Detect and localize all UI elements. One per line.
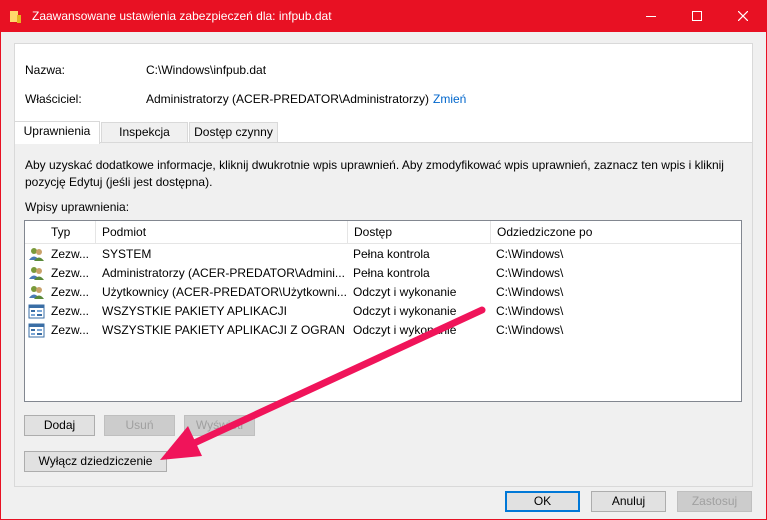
tab-permissions[interactable]: Uprawnienia <box>14 121 100 144</box>
column-header-access[interactable]: Dostęp <box>348 221 491 243</box>
permissions-tab-page: Aby uzyskać dodatkowe informacje, klikni… <box>14 142 753 487</box>
title-bar[interactable]: Zaawansowane ustawienia zabezpieczeń dla… <box>1 1 766 32</box>
disable-inheritance-button[interactable]: Wyłącz dziedziczenie <box>24 451 167 472</box>
owner-label: Właściciel: <box>25 92 82 106</box>
name-value: C:\Windows\infpub.dat <box>146 63 267 77</box>
row-type: Zezw... <box>51 323 90 337</box>
minimize-icon <box>646 16 656 17</box>
permissions-description: Aby uzyskać dodatkowe informacje, klikni… <box>25 158 724 189</box>
ok-button[interactable]: OK <box>505 491 580 512</box>
close-button[interactable] <box>720 1 766 32</box>
row-type: Zezw... <box>51 285 90 299</box>
list-header: Typ Podmiot Dostęp Odziedziczone po <box>25 221 741 244</box>
row-access: Pełna kontrola <box>353 247 430 261</box>
owner-value: Administratorzy (ACER-PREDATOR\Administr… <box>146 92 429 106</box>
app-package-icon <box>28 323 45 338</box>
dialog-body: Nazwa: C:\Windows\infpub.dat Właściciel:… <box>1 32 766 519</box>
remove-button[interactable]: Usuń <box>104 415 175 436</box>
table-row[interactable]: Zezw... Administratorzy (ACER-PREDATOR\A… <box>25 264 741 283</box>
close-icon <box>738 11 748 21</box>
row-access: Odczyt i wykonanie <box>353 285 457 299</box>
column-header-inherited-from[interactable]: Odziedziczone po <box>491 221 741 243</box>
users-icon <box>29 248 44 261</box>
change-owner-link[interactable]: Zmień <box>433 92 466 106</box>
users-icon <box>29 267 44 280</box>
row-access: Odczyt i wykonanie <box>353 304 457 318</box>
maximize-button[interactable] <box>674 1 720 32</box>
tab-effective-access[interactable]: Dostęp czynny <box>189 122 278 143</box>
column-header-principal[interactable]: Podmiot <box>96 221 348 243</box>
row-access: Pełna kontrola <box>353 266 430 280</box>
row-inherited: C:\Windows\ <box>496 247 564 261</box>
table-row[interactable]: Zezw... SYSTEM Pełna kontrola C:\Windows… <box>25 245 741 264</box>
window-title: Zaawansowane ustawienia zabezpieczeń dla… <box>32 9 332 23</box>
row-inherited: C:\Windows\ <box>496 285 564 299</box>
row-principal: Użytkownicy (ACER-PREDATOR\Użytkowni... <box>102 285 346 299</box>
row-principal: WSZYSTKIE PAKIETY APLIKACJI Z OGRANIC... <box>102 323 346 337</box>
name-label: Nazwa: <box>25 63 66 77</box>
table-row[interactable]: Zezw... WSZYSTKIE PAKIETY APLIKACJI Z OG… <box>25 321 741 340</box>
permission-entries-label: Wpisy uprawnienia: <box>25 200 130 214</box>
row-type: Zezw... <box>51 247 90 261</box>
add-button[interactable]: Dodaj <box>24 415 95 436</box>
row-principal: SYSTEM <box>102 247 152 261</box>
folder-lock-icon <box>10 11 21 23</box>
row-type: Zezw... <box>51 304 90 318</box>
app-package-icon <box>28 304 45 319</box>
row-principal: WSZYSTKIE PAKIETY APLIKACJI <box>102 304 287 318</box>
row-inherited: C:\Windows\ <box>496 323 564 337</box>
row-principal: Administratorzy (ACER-PREDATOR\Admini... <box>102 266 345 280</box>
row-inherited: C:\Windows\ <box>496 304 564 318</box>
view-button[interactable]: Wyświetl <box>184 415 255 436</box>
apply-button[interactable]: Zastosuj <box>677 491 752 512</box>
cancel-button[interactable]: Anuluj <box>591 491 666 512</box>
row-access: Odczyt i wykonanie <box>353 323 457 337</box>
row-type: Zezw... <box>51 266 90 280</box>
users-icon <box>29 286 44 299</box>
column-header-type[interactable]: Typ <box>45 221 96 243</box>
minimize-button[interactable] <box>628 1 674 32</box>
tab-auditing[interactable]: Inspekcja <box>101 122 188 143</box>
row-inherited: C:\Windows\ <box>496 266 564 280</box>
permission-entries-list[interactable]: Typ Podmiot Dostęp Odziedziczone po Zezw… <box>24 220 742 402</box>
table-row[interactable]: Zezw... Użytkownicy (ACER-PREDATOR\Użytk… <box>25 283 741 302</box>
maximize-icon <box>692 11 702 21</box>
security-settings-window: Zaawansowane ustawienia zabezpieczeń dla… <box>0 0 767 520</box>
table-row[interactable]: Zezw... WSZYSTKIE PAKIETY APLIKACJI Odcz… <box>25 302 741 321</box>
